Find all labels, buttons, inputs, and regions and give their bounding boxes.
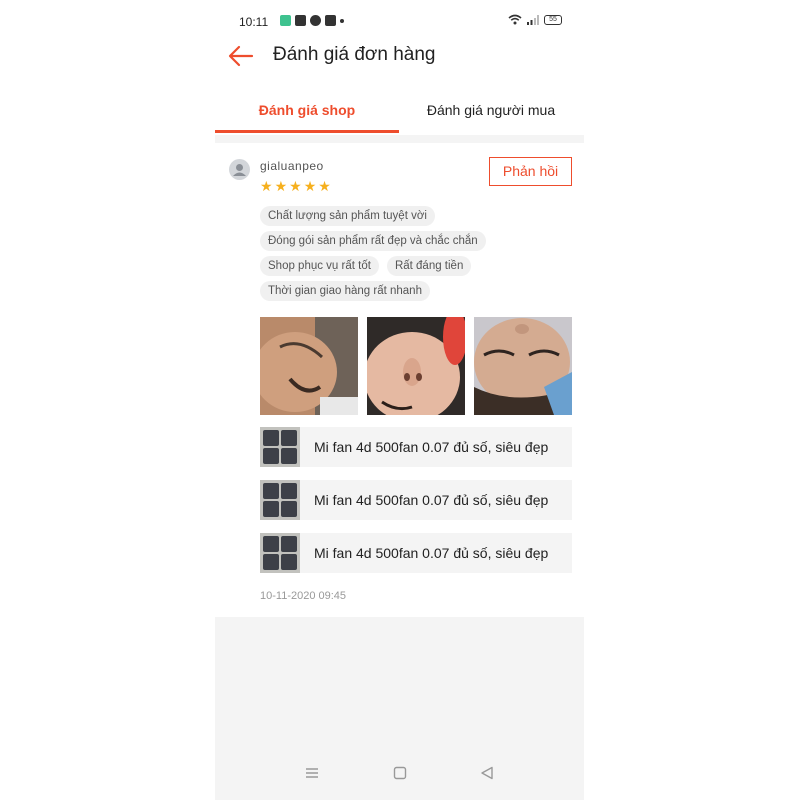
review-tag: Chất lượng sản phẩm tuyệt vời bbox=[260, 206, 435, 226]
review-tag: Thời gian giao hàng rất nhanh bbox=[260, 281, 430, 301]
reviewed-products: Mi fan 4d 500fan 0.07 đủ số, siêu đẹp Mi… bbox=[260, 427, 572, 586]
review-photo[interactable] bbox=[367, 317, 465, 415]
status-bar: 10:11 55 bbox=[215, 0, 584, 42]
star-icon: ★ bbox=[289, 178, 302, 194]
system-nav-bar bbox=[215, 748, 584, 800]
review-tags: Chất lượng sản phẩm tuyệt vời Đóng gói s… bbox=[260, 206, 570, 306]
star-rating: ★ ★ ★ ★ ★ bbox=[260, 179, 331, 193]
app-header: Đánh giá đơn hàng bbox=[215, 42, 584, 90]
home-nav-button[interactable] bbox=[393, 766, 407, 785]
notification-icons bbox=[280, 15, 344, 26]
back-triangle-icon bbox=[481, 766, 493, 780]
menu-nav-button[interactable] bbox=[305, 766, 319, 785]
review-photo[interactable] bbox=[260, 317, 358, 415]
phone-screen: 10:11 55 Đánh giá đơn hàng Đánh giá shop… bbox=[215, 0, 584, 800]
product-item[interactable]: Mi fan 4d 500fan 0.07 đủ số, siêu đẹp bbox=[260, 480, 572, 520]
review-timestamp: 10-11-2020 09:45 bbox=[260, 590, 347, 602]
battery-icon: 55 bbox=[544, 14, 562, 25]
app-notification-icon bbox=[280, 15, 291, 26]
tab-bar: Đánh giá shop Đánh giá người mua bbox=[215, 90, 584, 135]
app-notification-icon bbox=[295, 15, 306, 26]
reply-button[interactable]: Phản hồi bbox=[489, 157, 572, 186]
back-button[interactable] bbox=[227, 44, 255, 68]
arrow-left-icon bbox=[228, 45, 254, 67]
page-title: Đánh giá đơn hàng bbox=[273, 44, 436, 65]
signal-icon bbox=[527, 14, 539, 25]
review-photo[interactable] bbox=[474, 317, 572, 415]
product-name: Mi fan 4d 500fan 0.07 đủ số, siêu đẹp bbox=[314, 545, 549, 561]
star-icon: ★ bbox=[318, 178, 331, 194]
active-tab-indicator bbox=[215, 130, 399, 133]
home-square-icon bbox=[393, 766, 407, 780]
product-name: Mi fan 4d 500fan 0.07 đủ số, siêu đẹp bbox=[314, 439, 549, 455]
wifi-icon bbox=[508, 14, 522, 25]
review-tag: Rất đáng tiền bbox=[386, 256, 472, 276]
review-photos bbox=[260, 317, 572, 415]
product-item[interactable]: Mi fan 4d 500fan 0.07 đủ số, siêu đẹp bbox=[260, 533, 572, 573]
user-icon bbox=[233, 164, 246, 176]
star-icon: ★ bbox=[274, 178, 288, 194]
review-tag: Đóng gói sản phẩm rất đẹp và chắc chắn bbox=[260, 231, 486, 251]
star-icon: ★ bbox=[303, 178, 317, 194]
review-card: gialuanpeo ★ ★ ★ ★ ★ Phản hồi Chất lượng… bbox=[215, 143, 584, 617]
reviewer-username: gialuanpeo bbox=[260, 159, 324, 173]
product-name: Mi fan 4d 500fan 0.07 đủ số, siêu đẹp bbox=[314, 492, 549, 508]
more-notifications-dot-icon bbox=[340, 18, 344, 23]
status-right: 55 bbox=[508, 14, 562, 25]
tag-notification-icon bbox=[310, 15, 321, 26]
product-thumbnail bbox=[260, 533, 300, 573]
back-nav-button[interactable] bbox=[480, 766, 494, 785]
menu-icon bbox=[306, 768, 318, 778]
star-icon: ★ bbox=[260, 178, 273, 194]
avatar[interactable] bbox=[229, 159, 250, 180]
shop-notification-icon bbox=[325, 15, 336, 26]
product-thumbnail bbox=[260, 427, 300, 467]
tab-shop-review[interactable]: Đánh giá shop bbox=[215, 90, 399, 135]
status-time: 10:11 bbox=[239, 15, 269, 29]
review-tag: Shop phục vụ rất tốt bbox=[260, 256, 379, 276]
product-item[interactable]: Mi fan 4d 500fan 0.07 đủ số, siêu đẹp bbox=[260, 427, 572, 467]
tab-buyer-review[interactable]: Đánh giá người mua bbox=[399, 90, 583, 135]
product-thumbnail bbox=[260, 480, 300, 520]
